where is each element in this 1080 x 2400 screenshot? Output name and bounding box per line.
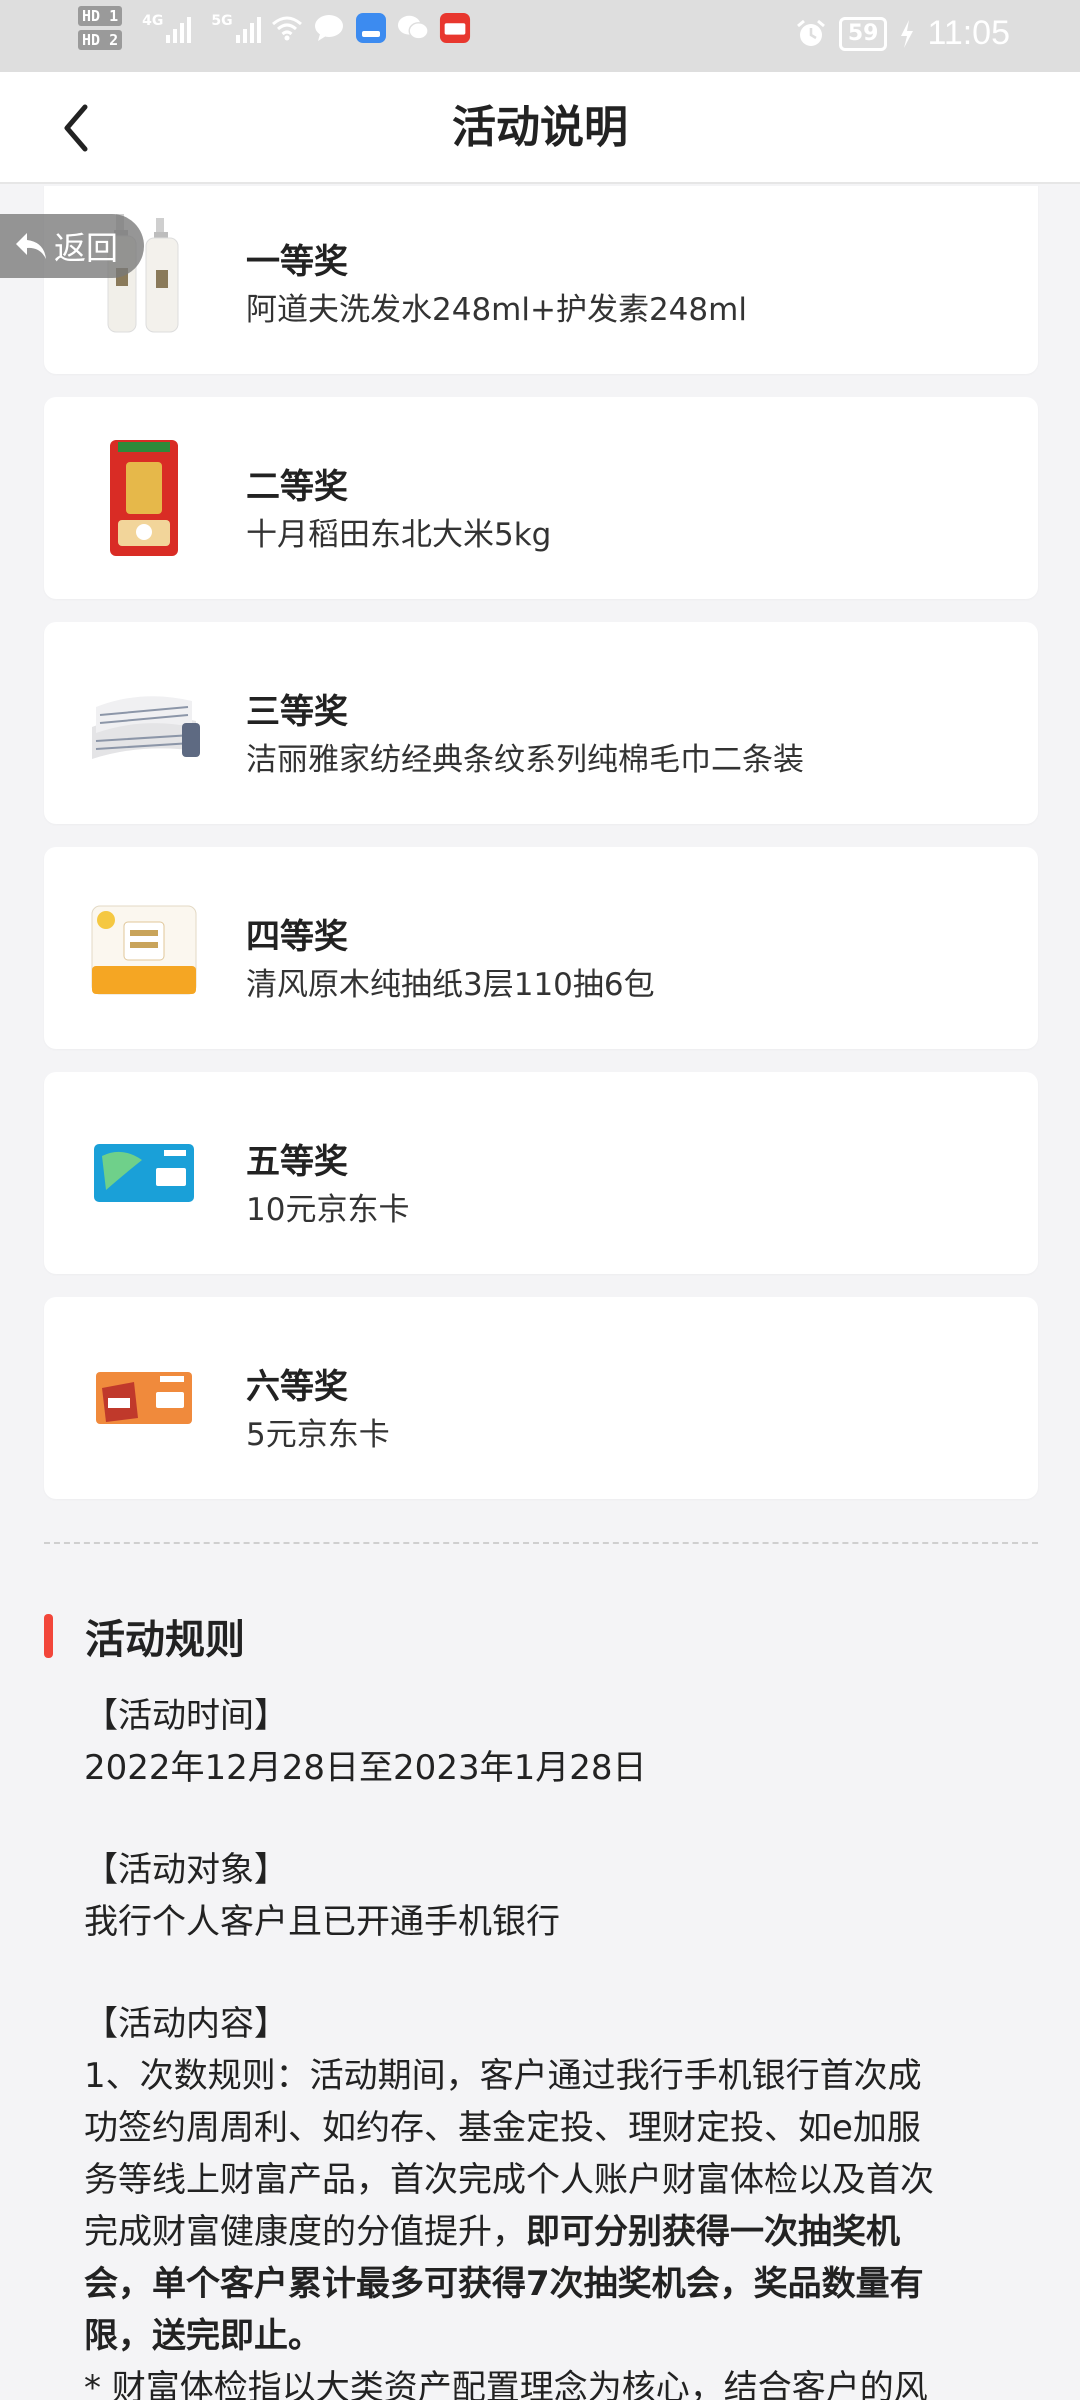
prize-level: 一等奖 [246,242,348,282]
jd-card-5-image [80,1333,208,1463]
prize-name: 10元京东卡 [246,1192,410,1228]
prize-card-4: 四等奖 清风原木纯抽纸3层110抽6包 [44,847,1038,1049]
target-label: 【活动对象】 [84,1850,288,1890]
target-value: 我行个人客户且已开通手机银行 [84,1902,560,1942]
app-notification-icon [355,12,387,44]
wechat-icon [397,12,429,44]
section-divider [44,1542,1038,1544]
bank-app-icon [439,12,471,44]
status-bar-left: HD 1 HD 2 4G 5G [78,6,471,50]
floating-return-label: 返回 [54,229,119,267]
reply-arrow-icon [16,233,46,259]
prize-card-6: 六等奖 5元京东卡 [44,1297,1038,1499]
rice-bag-image [80,433,208,563]
sim2-badge: HD 2 [78,30,123,50]
prize-name: 清风原木纯抽纸3层110抽6包 [246,967,655,1003]
section-marker [44,1614,53,1658]
prize-card-2: 二等奖 十月稻田东北大米5kg [44,397,1038,599]
prize-card-1: 一等奖 阿道夫洗发水248ml+护发素248ml [44,186,1038,374]
page-title: 活动说明 [452,102,628,153]
status-bar-right: 59 11:05 [795,14,1010,53]
prize-level: 二等奖 [246,467,348,507]
wifi-icon [271,12,303,44]
alarm-icon [795,18,827,50]
time-value: 2022年12月28日至2023年1月28日 [84,1748,647,1788]
signal-4g-icon: 4G [142,13,192,43]
clock: 11:05 [927,14,1010,52]
time-label: 【活动时间】 [84,1696,288,1736]
jd-card-10-image [80,1108,208,1238]
prize-card-5: 五等奖 10元京东卡 [44,1072,1038,1274]
content-highlight-line: 会，单个客户累计最多可获得7次抽奖机会，奖品数量有 [84,2264,924,2304]
sim-indicators: HD 1 HD 2 [78,6,123,50]
content-line-text: 完成财富健康度的分值提升， [84,2212,526,2252]
prize-name: 5元京东卡 [246,1417,390,1453]
prize-name: 阿道夫洗发水248ml+护发素248ml [246,292,747,328]
content-label: 【活动内容】 [84,2004,288,2044]
rules-header: 活动规则 [44,1612,245,1663]
prize-card-3: 三等奖 洁丽雅家纺经典条纹系列纯棉毛巾二条装 [44,622,1038,824]
prize-level: 三等奖 [246,692,348,732]
content-line: 务等线上财富产品，首次完成个人账户财富体检以及首次 [84,2160,934,2200]
content-line: 1、次数规则：活动期间，客户通过我行手机银行首次成 [84,2056,922,2096]
content-note: * 财富体检指以大类资产配置理念为核心，结合客户的风 [84,2368,928,2400]
prize-list: 一等奖 阿道夫洗发水248ml+护发素248ml 二等奖 十月稻田东北大米5kg [44,186,1038,1522]
content-line: 完成财富健康度的分值提升，即可分别获得一次抽奖机 [84,2206,1044,2258]
prize-level: 六等奖 [246,1367,348,1407]
prize-name: 洁丽雅家纺经典条纹系列纯棉毛巾二条装 [246,742,804,778]
towels-image [80,658,208,788]
content-highlight-line: 限，送完即止。 [84,2316,322,2356]
signal-5g-icon: 5G [211,13,261,43]
charging-icon [899,18,915,50]
network-4g-label: 4G [142,13,164,29]
prize-level: 五等奖 [246,1142,348,1182]
content-line: 功签约周周利、如约存、基金定投、理财定投、如e加服 [84,2108,921,2148]
content-highlight: 即可分别获得一次抽奖机 [526,2212,900,2252]
rules-title: 活动规则 [85,1617,245,1663]
prize-level: 四等奖 [246,917,348,957]
prize-name: 十月稻田东北大米5kg [246,517,552,553]
network-5g-label: 5G [211,13,233,29]
tissue-pack-image [80,883,208,1013]
floating-return-button[interactable]: 返回 [0,214,144,278]
battery-level: 59 [838,16,888,51]
status-bar: HD 1 HD 2 4G 5G 59 11:05 [0,0,1080,72]
nav-bar: 活动说明 [0,72,1080,184]
sim1-badge: HD 1 [78,6,123,26]
message-icon [313,12,345,44]
rules-body: 【活动时间】 2022年12月28日至2023年1月28日 【活动对象】 我行个… [84,1690,1044,2400]
